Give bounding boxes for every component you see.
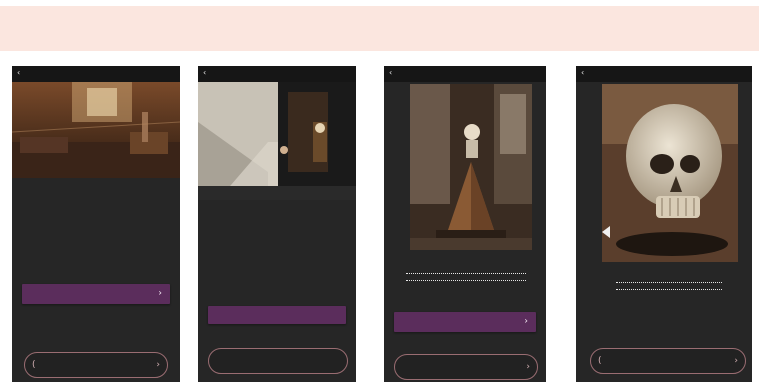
pyramid-exhibit-photo (410, 84, 532, 250)
step-2 (176, 10, 366, 36)
pyramid-exhibit-image (410, 84, 532, 250)
chevron-right-icon: › (158, 288, 162, 299)
step-2-description (176, 18, 366, 36)
content-panel (198, 200, 356, 382)
primary-button[interactable]: › (22, 284, 170, 304)
step-2-number (176, 10, 366, 18)
secondary-button[interactable]: ( › (590, 348, 746, 374)
arrow-left-icon: ( (32, 360, 36, 370)
step-4-description (567, 14, 752, 32)
secondary-button[interactable]: ( › (24, 352, 168, 378)
primary-button[interactable] (208, 306, 346, 324)
arrow-right-icon: › (156, 360, 160, 370)
museum-hall-photo (12, 82, 180, 178)
step-3 (370, 10, 555, 32)
back-icon[interactable]: ‹ (389, 69, 392, 77)
content-panel: ( › (576, 82, 752, 382)
step-4 (567, 10, 752, 32)
step-1-number (8, 10, 178, 18)
steps-header (0, 6, 759, 51)
skull-image (602, 84, 738, 262)
museum-hall-image (12, 82, 180, 178)
separator-dots (616, 289, 722, 290)
secondary-button[interactable] (208, 348, 348, 374)
chevron-right-icon: › (524, 316, 528, 327)
phone-screen-2: ‹ (198, 66, 356, 382)
step-1 (8, 10, 178, 36)
phone-screen-4: ‹ (› (576, 66, 752, 382)
back-icon[interactable]: ‹ (581, 69, 584, 77)
museum-staircase-photo (198, 82, 356, 200)
arrow-right-icon: › (526, 362, 530, 372)
secondary-button[interactable]: › (394, 354, 538, 380)
phone-screen-1: ‹ › (› (12, 66, 180, 382)
status-bar: ‹ (576, 66, 752, 82)
separator-dots (406, 280, 526, 281)
arrow-right-icon: › (734, 356, 738, 366)
content-panel: › › (384, 82, 546, 382)
separator-dots (406, 273, 526, 274)
content-panel: › ( › (12, 178, 180, 382)
back-icon[interactable]: ‹ (17, 69, 20, 77)
separator-dots (616, 282, 722, 283)
step-1-description (8, 18, 178, 36)
step-3-description (370, 14, 555, 32)
arrow-left-icon: ( (598, 356, 602, 366)
skull-exhibit-photo (602, 84, 738, 262)
staircase-image (198, 82, 356, 200)
phone-screen-3: ‹ › › (384, 66, 546, 382)
primary-button[interactable]: › (394, 312, 536, 332)
status-bar: ‹ (384, 66, 546, 82)
status-bar: ‹ (12, 66, 180, 82)
back-icon[interactable]: ‹ (203, 69, 206, 77)
status-bar: ‹ (198, 66, 356, 82)
